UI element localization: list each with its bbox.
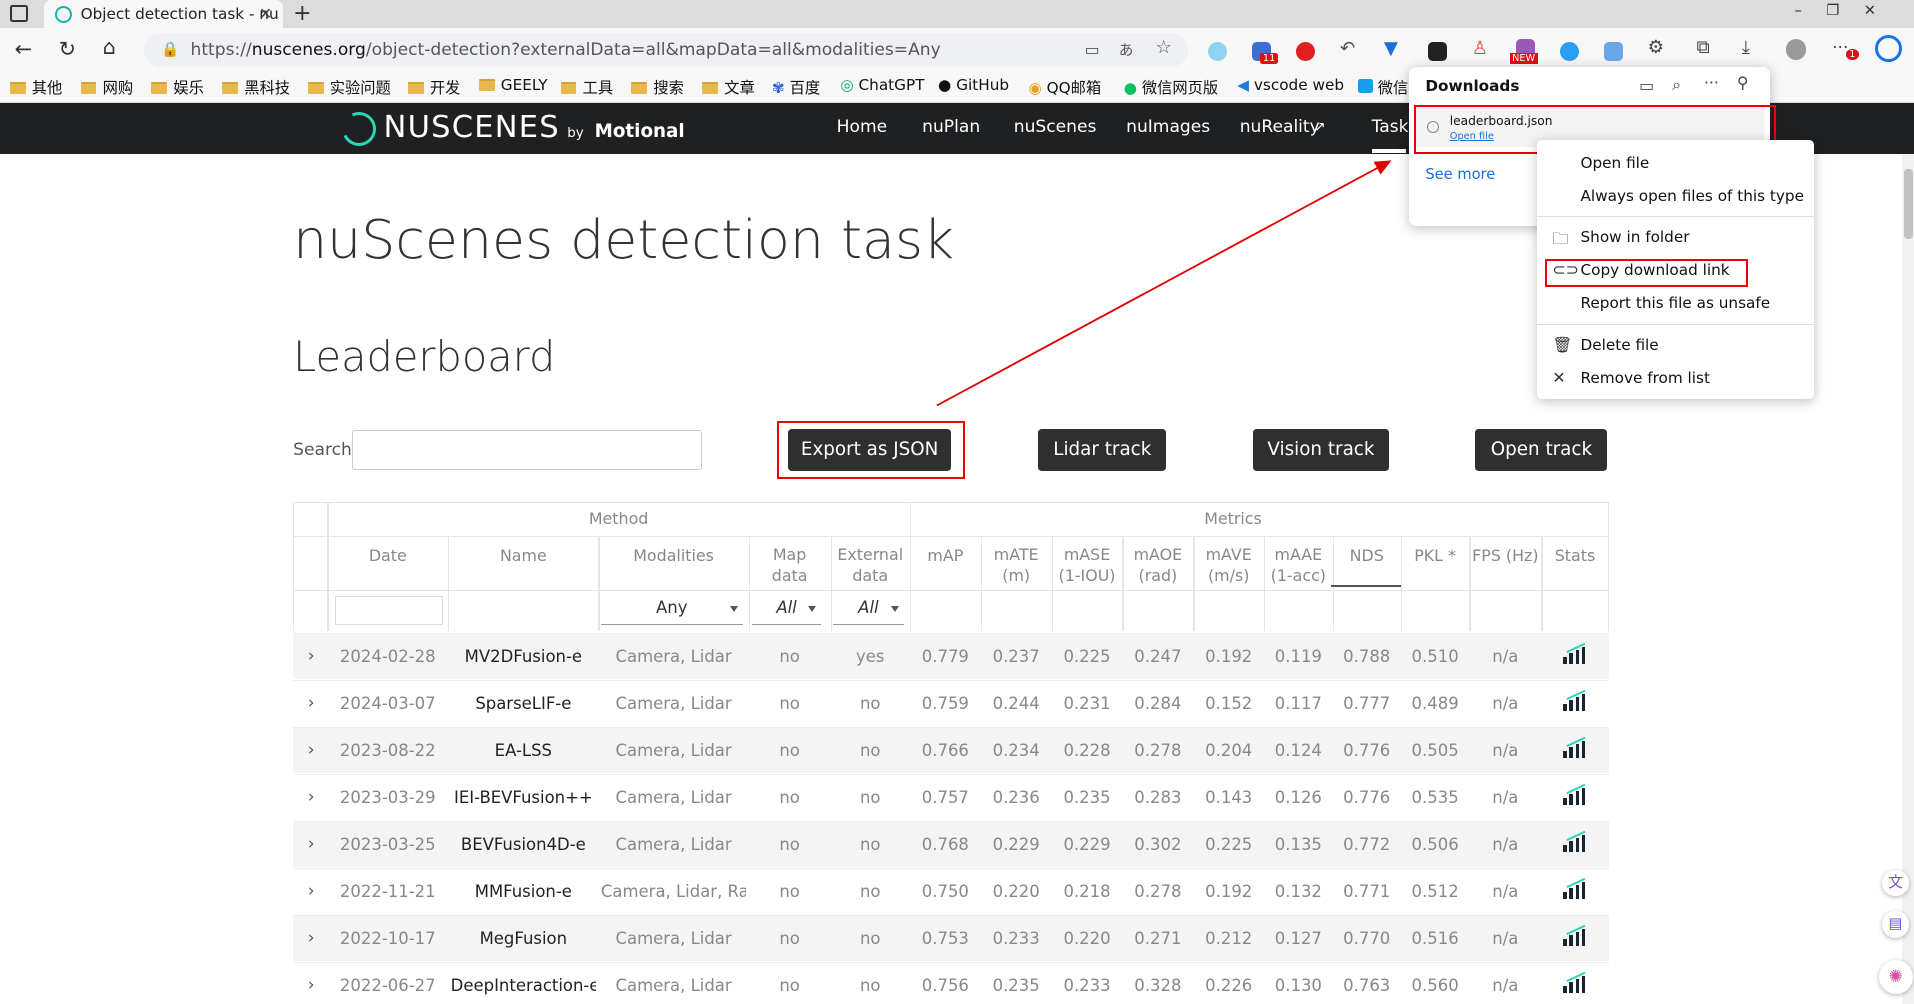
menu-separator	[1536, 323, 1814, 325]
open-folder-icon[interactable]: ▭	[1639, 76, 1654, 95]
menu-separator	[1536, 216, 1814, 218]
sidebar-reader-icon[interactable]: ▤	[1882, 911, 1910, 939]
menu-delete-file[interactable]: Delete file	[1580, 336, 1658, 354]
menu-report-unsafe[interactable]: Report this file as unsafe	[1580, 294, 1770, 312]
menu-show-in-folder[interactable]: Show in folder	[1580, 228, 1689, 246]
pin-icon[interactable]: ⚲	[1737, 73, 1749, 92]
search-downloads-icon[interactable]: ⌕	[1672, 75, 1681, 95]
trash-icon: 🗑	[1552, 334, 1573, 354]
see-more-link[interactable]: See more	[1425, 166, 1495, 183]
sidebar-brain-icon[interactable]: ✺	[1878, 960, 1913, 995]
folder-icon: 🗀	[1552, 229, 1569, 249]
downloads-title: Downloads	[1425, 76, 1520, 95]
annotation-box-copy-link	[1545, 258, 1748, 287]
more-options-icon[interactable]: ···	[1704, 73, 1719, 92]
menu-remove-from-list[interactable]: Remove from list	[1580, 369, 1709, 387]
scrollbar-thumb[interactable]	[1904, 168, 1913, 240]
close-icon: ✕	[1552, 367, 1566, 387]
menu-open-file[interactable]: Open file	[1580, 154, 1649, 172]
menu-always-open[interactable]: Always open files of this type	[1580, 187, 1804, 205]
